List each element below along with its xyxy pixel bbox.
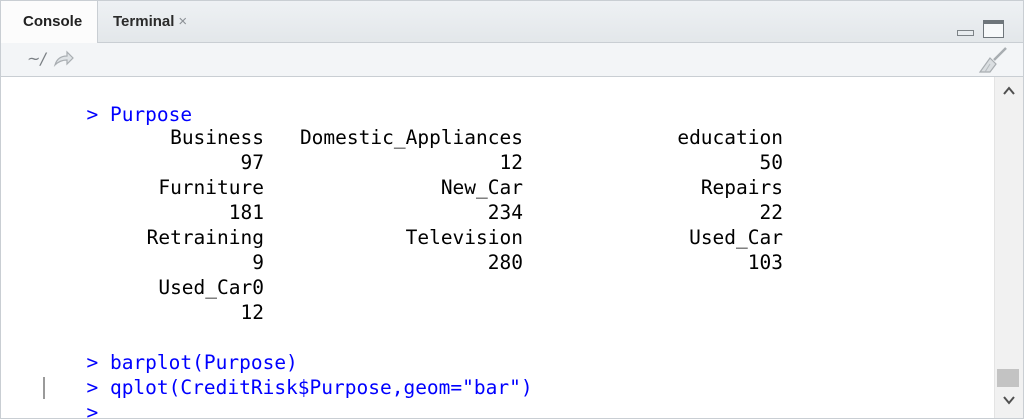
maximize-pane-icon[interactable] (983, 20, 1004, 38)
table-name-cell: education (677, 126, 783, 149)
prompt-symbol: > (86, 401, 99, 418)
tab-terminal[interactable]: Terminal × (113, 1, 187, 42)
prompt-symbol: > (86, 103, 99, 126)
clear-console-broom-icon[interactable] (977, 47, 1009, 73)
go-to-directory-arrow-icon[interactable] (53, 50, 75, 68)
table-name-cell: Business (170, 126, 264, 149)
table-name-cell: Television (405, 226, 523, 249)
table-value-cell: 234 (487, 201, 523, 224)
vertical-scrollbar[interactable] (994, 77, 1023, 418)
tab-console[interactable]: Console (1, 1, 98, 43)
console-input-line: > barplot(Purpose) (16, 325, 297, 374)
pane-tab-bar: Console Terminal × (1, 1, 1023, 43)
chevron-up-icon[interactable] (1002, 84, 1016, 98)
table-name-cell: Retraining (146, 226, 264, 249)
text-cursor (43, 377, 45, 399)
minimize-pane-icon[interactable] (957, 30, 974, 36)
command-text: qplot(CreditRisk$Purpose,geom="bar") (109, 376, 533, 399)
command-text: Purpose (109, 103, 193, 126)
table-value-cell: 97 (240, 151, 264, 174)
table-value-cell: 103 (747, 251, 783, 274)
console-prompt-line[interactable]: > (16, 375, 98, 418)
close-icon[interactable]: × (178, 13, 187, 30)
table-value-cell: 12 (240, 301, 264, 324)
console-output[interactable]: > Purpose Business Domestic_Appliances e… (1, 77, 994, 418)
table-value-cell: 181 (228, 201, 264, 224)
table-name-cell: Domestic_Appliances (299, 126, 523, 149)
console-pane: Console Terminal × ~/ > Purpose Business … (0, 0, 1024, 419)
table-name-cell: Used_Car0 (158, 276, 264, 299)
scrollbar-thumb[interactable] (997, 369, 1019, 387)
table-value-cell: 280 (487, 251, 523, 274)
console-input-line: > Purpose (16, 77, 192, 126)
working-directory-label: ~/ (27, 49, 46, 68)
table-value-cell: 50 (759, 151, 783, 174)
table-value-cell: 22 (759, 201, 783, 224)
console-toolbar: ~/ (1, 43, 1023, 77)
table-name-cell: Repairs (700, 176, 783, 199)
table-name-cell: Furniture (158, 176, 264, 199)
table-value-cell: 9 (252, 251, 264, 274)
table-name-cell: New_Car (440, 176, 523, 199)
console-input-line: > qplot(CreditRisk$Purpose,geom="bar") (16, 350, 532, 399)
table-name-cell: Used_Car (689, 226, 783, 249)
chevron-down-icon[interactable] (1002, 393, 1016, 407)
tab-console-label: Console (23, 13, 83, 30)
tab-terminal-label: Terminal (113, 13, 175, 30)
table-value-cell: 12 (499, 151, 523, 174)
